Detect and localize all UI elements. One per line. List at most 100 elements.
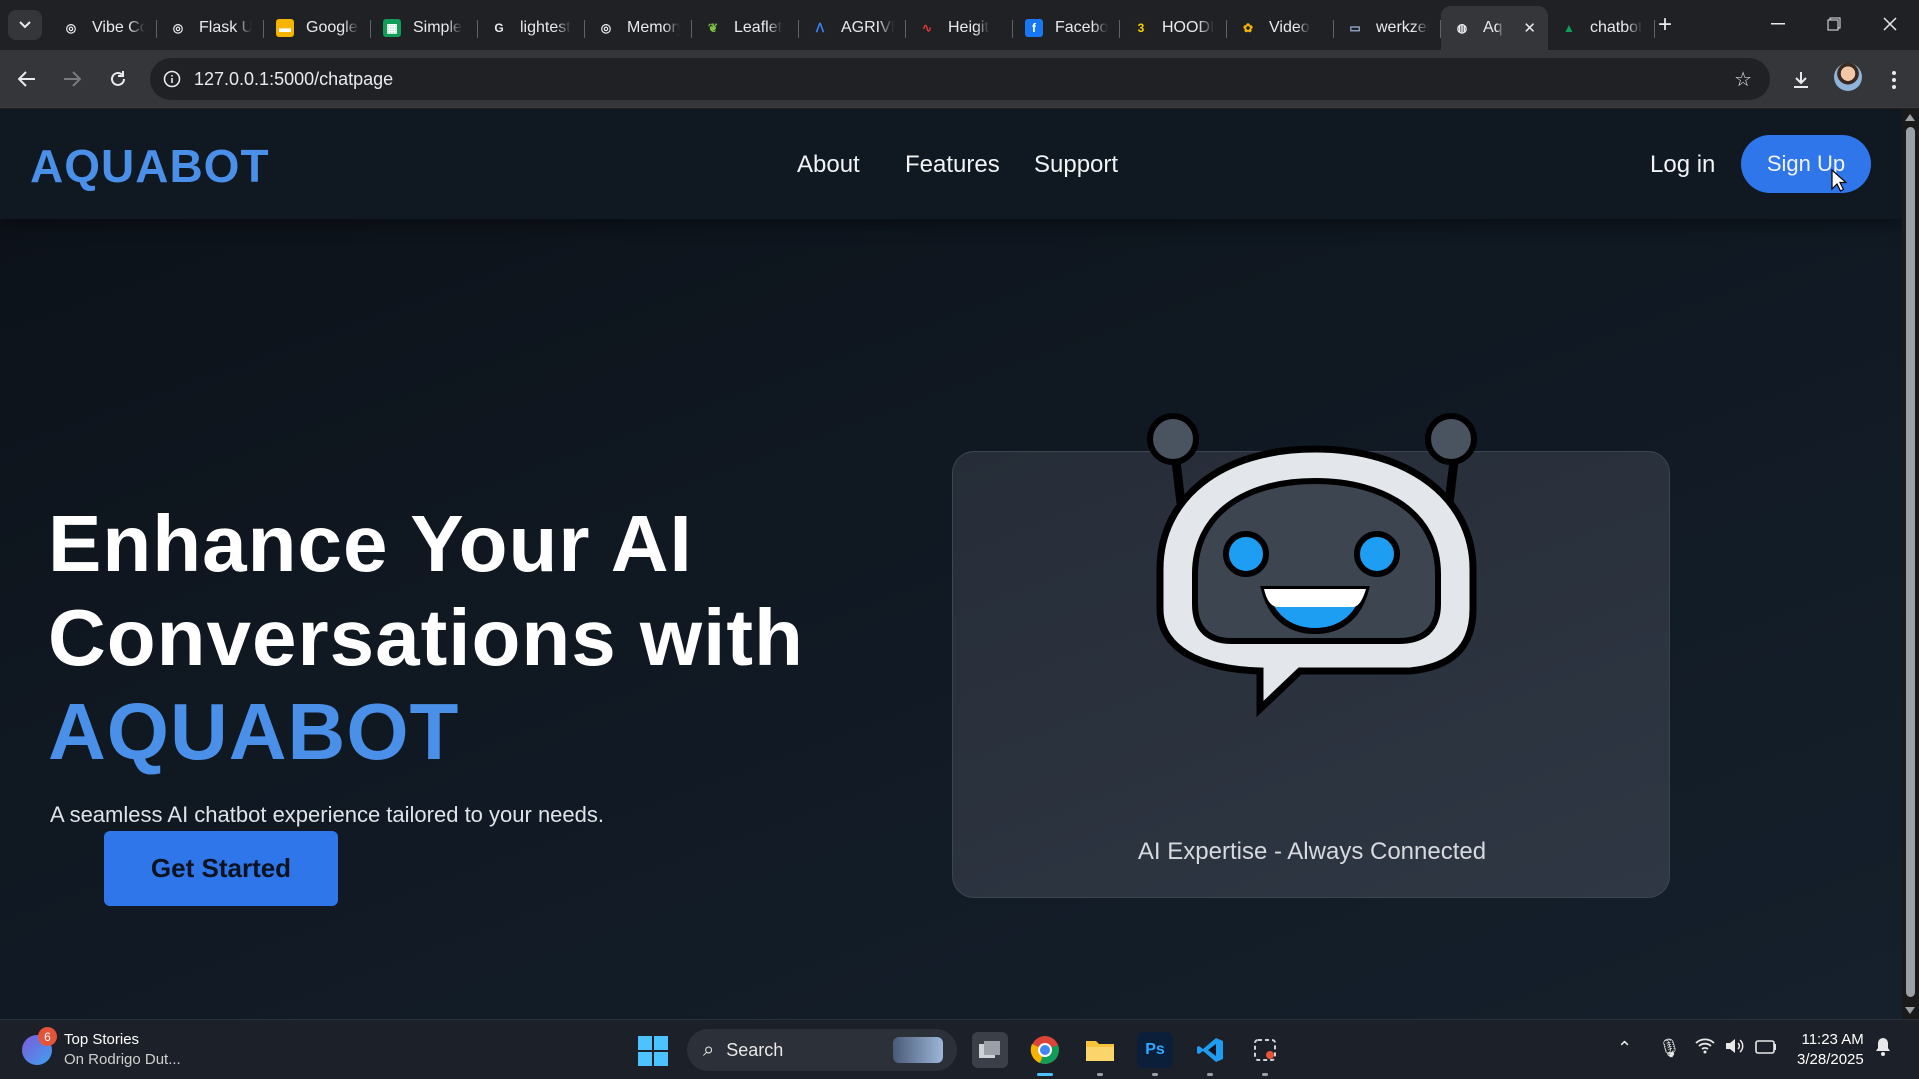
tab-title: Video: [1269, 19, 1310, 36]
card-caption: AI Expertise - Always Connected: [1137, 838, 1487, 865]
back-button[interactable]: [12, 64, 42, 94]
minimize-button[interactable]: [1750, 6, 1805, 42]
browser-tab[interactable]: ∿ Heigit: [906, 6, 1013, 50]
tab-title: chatbot: [1590, 19, 1643, 36]
site-info-icon[interactable]: [150, 70, 194, 88]
nav-support-link[interactable]: Support: [1034, 151, 1118, 179]
google-slides-icon: ▬: [276, 19, 294, 37]
photoshop-icon[interactable]: Ps: [1137, 1032, 1173, 1076]
volume-icon[interactable]: [1724, 1038, 1744, 1059]
taskbar-search[interactable]: ⌕ Search: [687, 1029, 957, 1071]
browser-tab[interactable]: ◍ Aq ✕: [1441, 6, 1548, 50]
site-header: AQUABOT About Features Support Log in Si…: [0, 109, 1902, 219]
tab-title: lightest: [520, 19, 571, 36]
browser-tab[interactable]: ◎ Memory: [585, 6, 692, 50]
tab-title: Memory: [627, 19, 680, 36]
widget-subtitle: On Rodrigo Dut...: [64, 1051, 181, 1068]
search-highlight-image: [893, 1037, 943, 1063]
notifications-icon[interactable]: [1873, 1036, 1893, 1061]
address-url[interactable]: 127.0.0.1:5000/chatpage: [194, 69, 393, 90]
browser-tab[interactable]: ◎ Vibe Coding: [50, 6, 157, 50]
google-sheets-icon: ▦: [383, 19, 401, 37]
scroll-up-icon[interactable]: [1905, 114, 1915, 121]
mouse-cursor-icon: [1831, 169, 1847, 192]
clock-date: 3/28/2025: [1797, 1051, 1864, 1068]
bookmark-star-icon[interactable]: ☆: [1734, 67, 1752, 92]
tray-overflow-icon[interactable]: ⌃: [1617, 1038, 1632, 1059]
browser-tab[interactable]: ▲ chatbot: [1548, 6, 1655, 50]
agrive-icon: ᐱ: [815, 21, 825, 35]
browser-tab[interactable]: ❦ Leaflet: [692, 6, 799, 50]
close-icon: [1882, 17, 1897, 31]
chrome-taskbar-icon[interactable]: [1027, 1032, 1063, 1076]
tab-title: Heigit: [948, 19, 989, 36]
robot-chat-icon: [1147, 413, 1477, 718]
forward-button[interactable]: [57, 64, 87, 94]
menu-kebab-icon[interactable]: [1878, 64, 1910, 96]
tab-title: Flask UI: [199, 19, 252, 36]
login-link[interactable]: Log in: [1650, 151, 1715, 179]
windows-taskbar: 6 Top Stories On Rodrigo Dut... ⌕ Search…: [0, 1019, 1919, 1079]
tab-list: ◎ Vibe Coding ◎ Flask UI ▬ Google Slides ▦ Simp…: [50, 6, 1655, 50]
heigit-icon: ∿: [921, 21, 933, 35]
system-clock[interactable]: 11:23 AM 3/28/2025: [1797, 1030, 1864, 1070]
browser-tab[interactable]: ▦ Simple: [371, 6, 478, 50]
reload-icon: [111, 71, 125, 86]
signup-button[interactable]: Sign Up: [1741, 135, 1871, 193]
reload-button[interactable]: [103, 64, 133, 94]
hero-heading: Enhance Your AI Conversations with AQUAB…: [48, 497, 804, 779]
browser-tab[interactable]: f Facebook: [1013, 6, 1120, 50]
page-scrollbar[interactable]: [1902, 109, 1919, 1019]
address-bar[interactable]: 127.0.0.1:5000/chatpage ☆: [150, 58, 1770, 100]
close-tab-icon[interactable]: ✕: [1523, 19, 1536, 37]
restore-button[interactable]: [1806, 6, 1861, 42]
windows-start-icon[interactable]: [638, 1036, 668, 1066]
scroll-down-icon[interactable]: [1905, 1007, 1915, 1014]
arrow-right-icon: [64, 71, 81, 87]
wifi-icon[interactable]: [1695, 1038, 1715, 1059]
task-view-icon[interactable]: [972, 1032, 1008, 1068]
tab-title: Google Slides: [306, 19, 359, 36]
browser-tab[interactable]: ▭ werkzeug: [1334, 6, 1441, 50]
tab-strip: ◎ Vibe Coding ◎ Flask UI ▬ Google Slides ▦ Simp…: [0, 0, 1919, 50]
hoodi-icon: 3: [1132, 19, 1150, 37]
google-drive-icon: ▲: [1563, 21, 1575, 35]
scrollbar-thumb[interactable]: [1906, 127, 1915, 997]
browser-tab[interactable]: ◎ Flask UI: [157, 6, 264, 50]
browser-tab[interactable]: ▬ Google Slides: [264, 6, 371, 50]
tab-search-button[interactable]: [8, 10, 42, 40]
window-icon: ▭: [1349, 21, 1361, 35]
tab-title: Simple: [413, 19, 462, 36]
openai-icon: ◎: [172, 21, 184, 35]
close-window-button[interactable]: [1862, 6, 1917, 42]
new-tab-button[interactable]: +: [1650, 10, 1680, 40]
browser-tab[interactable]: 3 HOODI: [1120, 6, 1227, 50]
news-widget[interactable]: 6 Top Stories On Rodrigo Dut...: [22, 1027, 181, 1070]
browser-tab[interactable]: Glightest: [478, 6, 585, 50]
tab-title: Facebook: [1055, 19, 1108, 36]
browser-tab[interactable]: ᐱ AGRIVE: [799, 6, 906, 50]
profile-avatar[interactable]: [1834, 63, 1862, 91]
downloads-icon[interactable]: [1785, 64, 1817, 96]
browser-tab[interactable]: ✿ Video: [1227, 6, 1334, 50]
battery-icon[interactable]: [1755, 1038, 1777, 1059]
browser-toolbar: 127.0.0.1:5000/chatpage ☆: [0, 50, 1919, 108]
hero-heading-line2: Conversations with: [48, 593, 804, 682]
nav-features-link[interactable]: Features: [905, 151, 1000, 179]
nav-about-link[interactable]: About: [797, 151, 860, 179]
browser-window: ◎ Vibe Coding ◎ Flask UI ▬ Google Slides ▦ Simp…: [0, 0, 1919, 1079]
photos-icon: ✿: [1242, 21, 1254, 35]
brand-logo[interactable]: AQUABOT: [30, 139, 270, 193]
file-explorer-icon[interactable]: [1082, 1032, 1118, 1076]
arrow-left-icon: [18, 71, 35, 87]
microphone-icon[interactable]: 🎙: [1658, 1038, 1681, 1059]
hero-heading-line1: Enhance Your AI: [48, 499, 693, 588]
vscode-icon[interactable]: [1192, 1032, 1228, 1076]
get-started-button[interactable]: Get Started: [104, 831, 338, 906]
restore-icon: [1827, 17, 1840, 31]
clock-time: 11:23 AM: [1801, 1031, 1864, 1048]
facebook-icon: f: [1025, 19, 1043, 37]
minimize-icon: [1770, 23, 1785, 25]
snipping-tool-icon[interactable]: [1247, 1032, 1283, 1076]
search-icon: ⌕: [703, 1038, 715, 1061]
